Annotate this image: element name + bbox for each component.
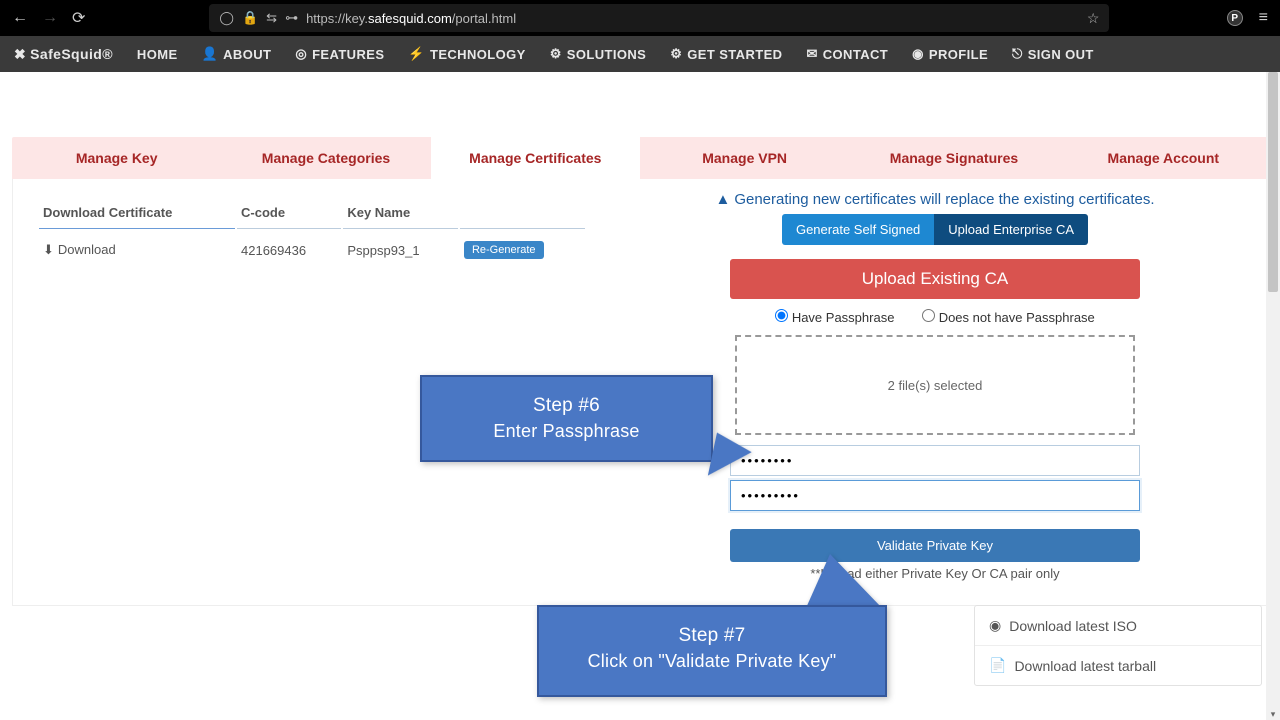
permissions-icon: ⇆ [266, 10, 277, 26]
passphrase-radio-group: Have Passphrase Does not have Passphrase [627, 309, 1243, 325]
certificate-table: Download Certificate C-code Key Name ⬇Do… [37, 195, 587, 271]
callout-step7-pointer [806, 554, 882, 608]
nav-contact[interactable]: ✉CONTACT [806, 46, 888, 62]
main-nav: ✖ SafeSquid® HOME 👤ABOUT ◎FEATURES ⚡TECH… [0, 36, 1280, 72]
nav-profile[interactable]: ◉PROFILE [912, 46, 988, 62]
nav-features[interactable]: ◎FEATURES [295, 46, 384, 62]
bookmark-icon[interactable]: ☆ [1087, 10, 1100, 27]
shield-icon: ◯ [219, 10, 234, 26]
mail-icon: ✉ [806, 46, 817, 62]
upload-note: **Upload either Private Key Or CA pair o… [627, 566, 1243, 581]
generate-self-signed-button[interactable]: Generate Self Signed [782, 214, 934, 245]
upload-enterprise-ca-button[interactable]: Upload Enterprise CA [934, 214, 1088, 245]
signout-icon: ⎋ [1012, 46, 1023, 62]
col-keyname: Key Name [343, 197, 458, 229]
tab-manage-signatures[interactable]: Manage Signatures [849, 137, 1058, 179]
confirm-passphrase-input[interactable] [730, 480, 1140, 511]
download-link[interactable]: ⬇Download [43, 242, 116, 257]
person-icon: 👤 [202, 46, 219, 62]
download-icon: ⬇ [43, 242, 54, 257]
tab-manage-categories[interactable]: Manage Categories [221, 137, 430, 179]
scroll-thumb[interactable] [1268, 72, 1278, 292]
warning-text: ▲Generating new certificates will replac… [627, 191, 1243, 208]
brand-text: SafeSquid® [30, 46, 113, 62]
table-row: ⬇Download 421669436 Psppsp93_1 Re-Genera… [39, 231, 585, 269]
nav-getstarted[interactable]: ⚙GET STARTED [670, 46, 782, 62]
key-icon: ⊶ [285, 10, 298, 26]
brand-icon: ✖ [14, 46, 26, 63]
ccode-value: 421669436 [237, 231, 341, 269]
download-iso-link[interactable]: ◉Download latest ISO [975, 606, 1261, 646]
passphrase-input[interactable] [730, 445, 1140, 476]
target-icon: ◎ [295, 46, 307, 62]
download-tarball-link[interactable]: 📄Download latest tarball [975, 646, 1261, 685]
validate-private-key-button[interactable]: Validate Private Key [730, 529, 1140, 562]
lock-icon: 🔒 [242, 10, 258, 26]
browser-toolbar: ← → ⟳ ◯ 🔒 ⇆ ⊶ https://key.safesquid.com/… [0, 0, 1280, 36]
nav-technology[interactable]: ⚡TECHNOLOGY [408, 46, 525, 62]
file-icon: 📄 [989, 657, 1006, 674]
forward-button[interactable]: → [42, 9, 58, 27]
callout-step7: Step #7 Click on "Validate Private Key" [537, 605, 887, 697]
url-bar[interactable]: ◯ 🔒 ⇆ ⊶ https://key.safesquid.com/portal… [209, 4, 1109, 32]
warning-icon: ▲ [715, 191, 730, 208]
reload-button[interactable]: ⟳ [72, 8, 85, 28]
scroll-down-icon[interactable]: ▾ [1266, 709, 1280, 720]
callout-step6: Step #6 Enter Passphrase [420, 375, 713, 462]
file-dropzone[interactable]: 2 file(s) selected [735, 335, 1135, 435]
url-text: https://key.safesquid.com/portal.html [306, 11, 516, 26]
files-selected-text: 2 file(s) selected [888, 378, 983, 393]
tab-manage-account[interactable]: Manage Account [1059, 137, 1268, 179]
tab-manage-key[interactable]: Manage Key [12, 137, 221, 179]
nav-home[interactable]: HOME [137, 47, 178, 62]
vertical-scrollbar[interactable]: ▴ ▾ [1266, 72, 1280, 720]
cogs-icon: ⚙ [670, 46, 682, 62]
nav-about[interactable]: 👤ABOUT [202, 46, 272, 62]
cogs-icon: ⚙ [550, 46, 562, 62]
tab-manage-certificates[interactable]: Manage Certificates [431, 137, 640, 179]
radio-have-passphrase[interactable]: Have Passphrase [775, 310, 894, 325]
user-circle-icon: ◉ [912, 46, 924, 62]
col-download: Download Certificate [39, 197, 235, 229]
download-sidebar: ◉Download latest ISO 📄Download latest ta… [974, 605, 1262, 686]
brand-logo[interactable]: ✖ SafeSquid® [14, 46, 113, 63]
bolt-icon: ⚡ [408, 46, 425, 62]
nav-signout[interactable]: ⎋SIGN OUT [1012, 46, 1094, 62]
profile-avatar[interactable]: P [1227, 10, 1243, 26]
menu-icon[interactable]: ≡ [1259, 9, 1268, 27]
back-button[interactable]: ← [12, 9, 28, 27]
col-ccode: C-code [237, 197, 341, 229]
keyname-value: Psppsp93_1 [343, 231, 458, 269]
radio-no-passphrase[interactable]: Does not have Passphrase [922, 310, 1095, 325]
tab-manage-vpn[interactable]: Manage VPN [640, 137, 849, 179]
upload-existing-ca-button[interactable]: Upload Existing CA [730, 259, 1140, 299]
disc-icon: ◉ [989, 617, 1001, 634]
nav-solutions[interactable]: ⚙SOLUTIONS [550, 46, 647, 62]
tabstrip: Manage Key Manage Categories Manage Cert… [12, 137, 1268, 179]
regenerate-button[interactable]: Re-Generate [464, 241, 544, 259]
